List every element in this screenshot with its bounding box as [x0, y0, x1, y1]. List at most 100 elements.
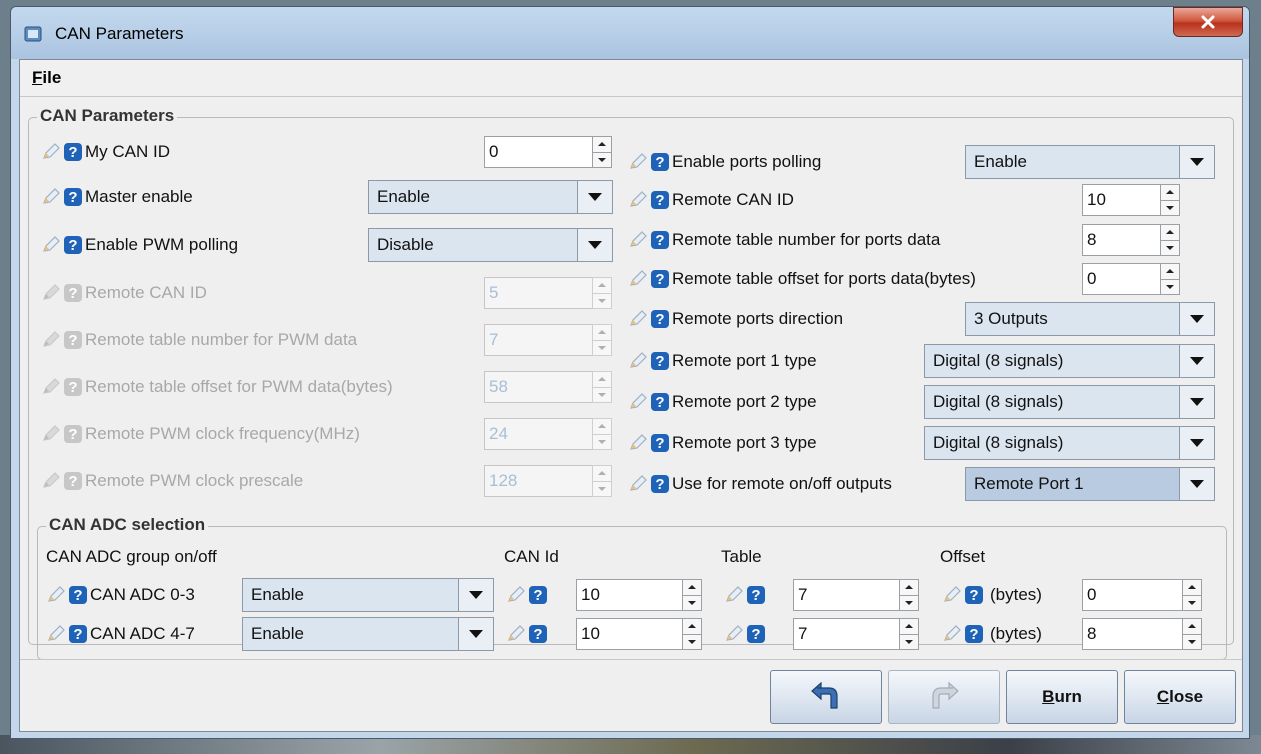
help-icon[interactable]: ? [528, 624, 548, 644]
help-icon[interactable]: ? [650, 392, 670, 412]
chevron-down-icon[interactable] [1179, 345, 1214, 377]
left-spinner-input[interactable] [484, 324, 592, 356]
pencil-icon[interactable] [41, 235, 61, 255]
burn-button[interactable]: Burn [1006, 670, 1118, 724]
pencil-icon[interactable] [628, 392, 648, 412]
spin-down-icon[interactable] [593, 339, 611, 356]
help-icon[interactable]: ? [528, 585, 548, 605]
help-icon[interactable]: ? [650, 309, 670, 329]
spin-down-icon[interactable] [593, 433, 611, 450]
pencil-icon[interactable] [41, 471, 61, 491]
spin-down-icon[interactable] [1161, 199, 1179, 216]
pencil-icon[interactable] [628, 474, 648, 494]
pencil-icon[interactable] [628, 351, 648, 371]
right-combo[interactable]: Digital (8 signals) [924, 426, 1215, 460]
chevron-down-icon[interactable] [1179, 303, 1214, 335]
pencil-icon[interactable] [628, 269, 648, 289]
chevron-down-icon[interactable] [577, 181, 612, 213]
adc-group-combo[interactable]: Enable [242, 578, 494, 612]
adc-offset-spinner-input[interactable] [1082, 579, 1182, 611]
right-combo[interactable]: 3 Outputs [965, 302, 1215, 336]
spin-up-icon[interactable] [1161, 225, 1179, 240]
chevron-down-icon[interactable] [458, 579, 493, 611]
right-combo[interactable]: Remote Port 1 [965, 467, 1215, 501]
redo-button[interactable] [888, 670, 1000, 724]
left-spinner-input[interactable] [484, 277, 592, 309]
help-icon[interactable]: ? [650, 230, 670, 250]
spin-up-icon[interactable] [593, 466, 611, 481]
spin-down-icon[interactable] [683, 633, 701, 650]
spin-down-icon[interactable] [900, 594, 918, 611]
close-button[interactable]: Close [1124, 670, 1236, 724]
right-spinner-input[interactable] [1082, 224, 1160, 256]
help-icon[interactable]: ? [63, 330, 83, 350]
spin-down-icon[interactable] [593, 292, 611, 309]
help-icon[interactable]: ? [650, 474, 670, 494]
spin-up-icon[interactable] [1161, 264, 1179, 279]
chevron-down-icon[interactable] [1179, 386, 1214, 418]
spin-up-icon[interactable] [683, 619, 701, 634]
adc-group-combo[interactable]: Enable [242, 617, 494, 651]
help-icon[interactable]: ? [63, 377, 83, 397]
spin-down-icon[interactable] [1161, 239, 1179, 256]
title-bar[interactable]: CAN Parameters [11, 7, 1249, 59]
pencil-icon[interactable] [628, 230, 648, 250]
spin-down-icon[interactable] [683, 594, 701, 611]
help-icon[interactable]: ? [63, 142, 83, 162]
help-icon[interactable]: ? [650, 351, 670, 371]
spin-up-icon[interactable] [1183, 619, 1201, 634]
spin-up-icon[interactable] [900, 580, 918, 595]
right-spinner-input[interactable] [1082, 263, 1160, 295]
adc-table-spinner-input[interactable] [793, 618, 899, 650]
spin-up-icon[interactable] [593, 419, 611, 434]
spin-down-icon[interactable] [593, 151, 611, 168]
pencil-icon[interactable] [41, 142, 61, 162]
pencil-icon[interactable] [724, 624, 744, 644]
help-icon[interactable]: ? [650, 152, 670, 172]
pencil-icon[interactable] [41, 377, 61, 397]
spin-up-icon[interactable] [593, 137, 611, 152]
chevron-down-icon[interactable] [1179, 146, 1214, 178]
help-icon[interactable]: ? [964, 624, 984, 644]
pencil-icon[interactable] [46, 624, 66, 644]
spin-up-icon[interactable] [900, 619, 918, 634]
spin-down-icon[interactable] [1183, 594, 1201, 611]
help-icon[interactable]: ? [650, 269, 670, 289]
help-icon[interactable]: ? [63, 424, 83, 444]
left-spinner-input[interactable] [484, 371, 592, 403]
window-close-button[interactable] [1173, 7, 1243, 37]
adc-table-spinner-input[interactable] [793, 579, 899, 611]
help-icon[interactable]: ? [63, 187, 83, 207]
chevron-down-icon[interactable] [577, 229, 612, 261]
help-icon[interactable]: ? [746, 624, 766, 644]
pencil-icon[interactable] [506, 585, 526, 605]
chevron-down-icon[interactable] [458, 618, 493, 650]
pencil-icon[interactable] [628, 152, 648, 172]
spin-up-icon[interactable] [1161, 185, 1179, 200]
pencil-icon[interactable] [46, 585, 66, 605]
pencil-icon[interactable] [41, 330, 61, 350]
help-icon[interactable]: ? [68, 624, 88, 644]
chevron-down-icon[interactable] [1179, 427, 1214, 459]
spin-up-icon[interactable] [593, 372, 611, 387]
help-icon[interactable]: ? [68, 585, 88, 605]
spin-down-icon[interactable] [1183, 633, 1201, 650]
help-icon[interactable]: ? [63, 471, 83, 491]
pencil-icon[interactable] [724, 585, 744, 605]
pencil-icon[interactable] [41, 187, 61, 207]
right-combo[interactable]: Digital (8 signals) [924, 385, 1215, 419]
spin-up-icon[interactable] [683, 580, 701, 595]
left-combo[interactable]: Enable [368, 180, 613, 214]
pencil-icon[interactable] [628, 433, 648, 453]
spin-down-icon[interactable] [593, 480, 611, 497]
pencil-icon[interactable] [506, 624, 526, 644]
chevron-down-icon[interactable] [1179, 468, 1214, 500]
right-combo[interactable]: Enable [965, 145, 1215, 179]
help-icon[interactable]: ? [63, 283, 83, 303]
right-combo[interactable]: Digital (8 signals) [924, 344, 1215, 378]
spin-down-icon[interactable] [593, 386, 611, 403]
left-spinner-input[interactable] [484, 136, 592, 168]
right-spinner-input[interactable] [1082, 184, 1160, 216]
pencil-icon[interactable] [628, 190, 648, 210]
pencil-icon[interactable] [41, 424, 61, 444]
